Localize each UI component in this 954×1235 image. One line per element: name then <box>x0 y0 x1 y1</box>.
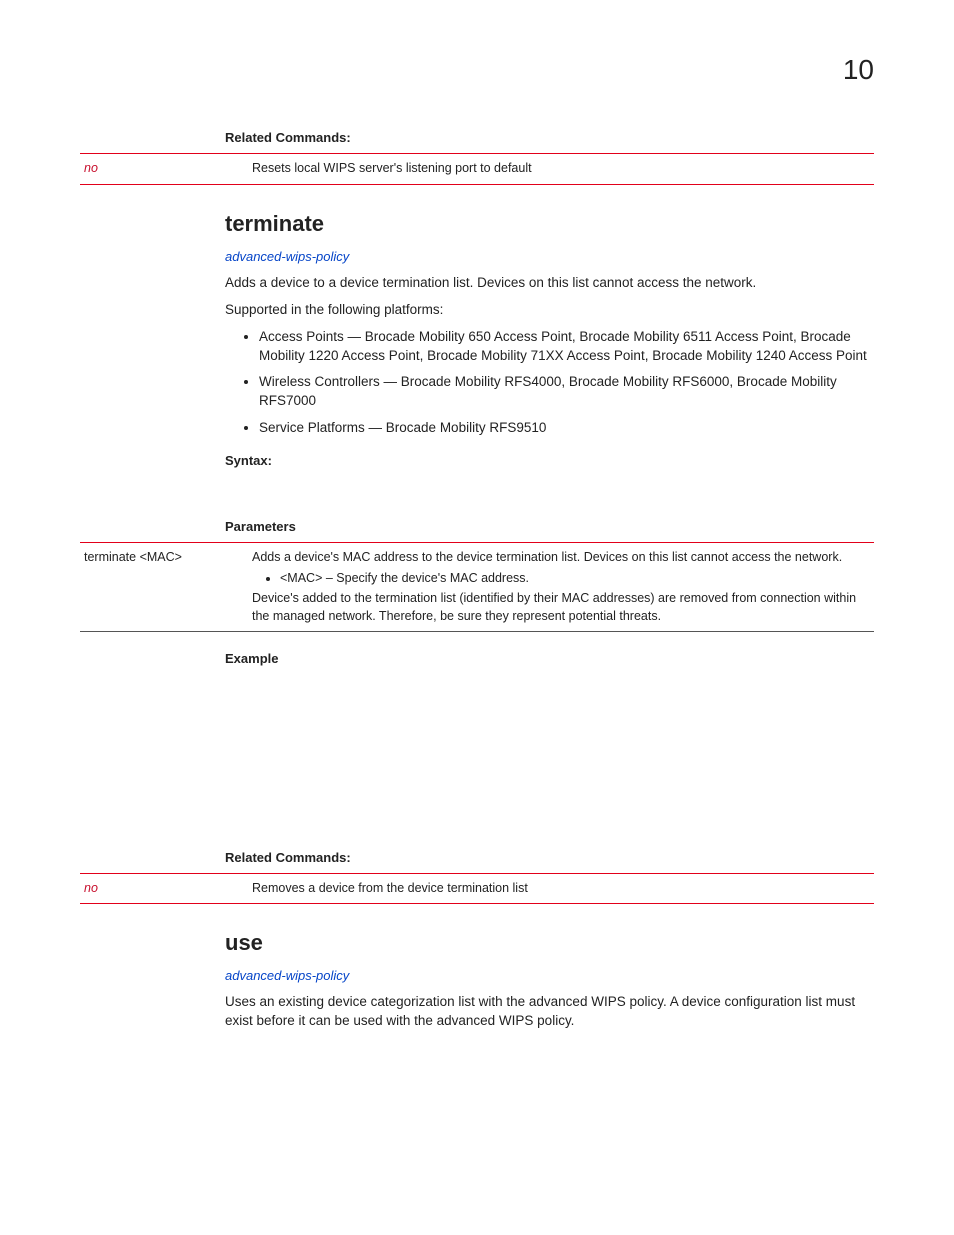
main-content: Related Commands: <box>225 129 874 147</box>
cmd-desc-2: Removes a device from the device termina… <box>248 873 874 904</box>
terminate-intro: Adds a device to a device termination li… <box>225 274 874 293</box>
param-bullet: <MAC> – Specify the device's MAC address… <box>280 570 870 588</box>
parameters-table: terminate <MAC> Adds a device's MAC addr… <box>80 542 874 632</box>
example-heading: Example <box>225 650 874 668</box>
terminate-heading: terminate <box>225 209 874 240</box>
related-commands-heading-2: Related Commands: <box>225 849 874 867</box>
platform-item: Service Platforms — Brocade Mobility RFS… <box>259 419 874 438</box>
platform-item: Access Points — Brocade Mobility 650 Acc… <box>259 328 874 366</box>
param-desc: Adds a device's MAC address to the devic… <box>248 543 874 632</box>
policy-link-use[interactable]: advanced-wips-policy <box>225 967 874 985</box>
param-left: terminate <MAC> <box>80 543 248 632</box>
use-heading: use <box>225 928 874 959</box>
platforms-list: Access Points — Brocade Mobility 650 Acc… <box>225 328 874 438</box>
related-commands-heading-1: Related Commands: <box>225 129 874 147</box>
platform-item: Wireless Controllers — Brocade Mobility … <box>259 373 874 411</box>
use-intro: Uses an existing device categorization l… <box>225 993 874 1031</box>
syntax-heading: Syntax: <box>225 452 874 470</box>
cmd-link-no-1[interactable]: no <box>80 154 248 185</box>
parameters-heading: Parameters <box>225 518 874 536</box>
policy-link-terminate[interactable]: advanced-wips-policy <box>225 248 874 266</box>
related-commands-table-2: no Removes a device from the device term… <box>80 873 874 905</box>
related-commands-table-1: no Resets local WIPS server's listening … <box>80 153 874 185</box>
chapter-number: 10 <box>80 50 874 89</box>
cmd-desc-1: Resets local WIPS server's listening por… <box>248 154 874 185</box>
supported-platforms-label: Supported in the following platforms: <box>225 301 874 320</box>
cmd-link-no-2[interactable]: no <box>80 873 248 904</box>
